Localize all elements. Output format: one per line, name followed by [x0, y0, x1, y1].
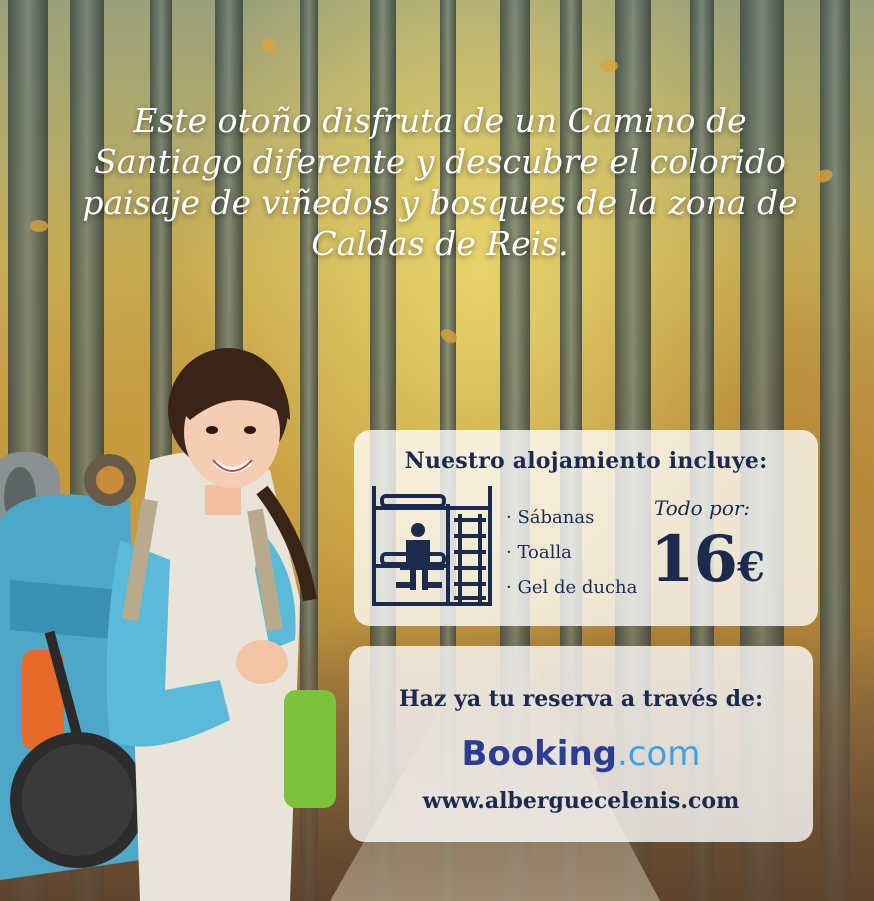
green-bottle-icon: [284, 690, 336, 808]
website-link[interactable]: www.alberguecelenis.com: [349, 788, 813, 814]
booking-card: Haz ya tu reserva a través de: Booking.c…: [349, 646, 813, 842]
price-label: Todo por:: [654, 496, 751, 520]
booking-logo-main: Booking: [461, 734, 617, 774]
amenity-item-sheets: Sábanas: [506, 500, 637, 535]
price-value: 16: [650, 522, 738, 597]
promo-headline: Este otoño disfruta de un Camino de Sant…: [82, 101, 798, 263]
price-amount: 16€: [650, 520, 765, 608]
booking-title: Haz ya tu reserva a través de:: [398, 686, 764, 712]
amenities-title: Nuestro alojamiento incluye:: [404, 448, 768, 474]
booking-logo[interactable]: Booking.com: [349, 734, 813, 774]
amenity-item-towel: Toalla: [506, 535, 637, 570]
amenities-card: Nuestro alojamiento incluye: · Sábanas ·…: [354, 430, 818, 626]
hiker-illustration: [0, 348, 336, 901]
price-currency: €: [737, 544, 765, 591]
booking-logo-suffix: .com: [617, 734, 701, 774]
bunk-bed-icon: [372, 486, 492, 606]
amenity-item-shower-gel: Gel de ducha: [506, 570, 637, 605]
amenity-list: Sábanas Toalla Gel de ducha: [506, 500, 637, 605]
